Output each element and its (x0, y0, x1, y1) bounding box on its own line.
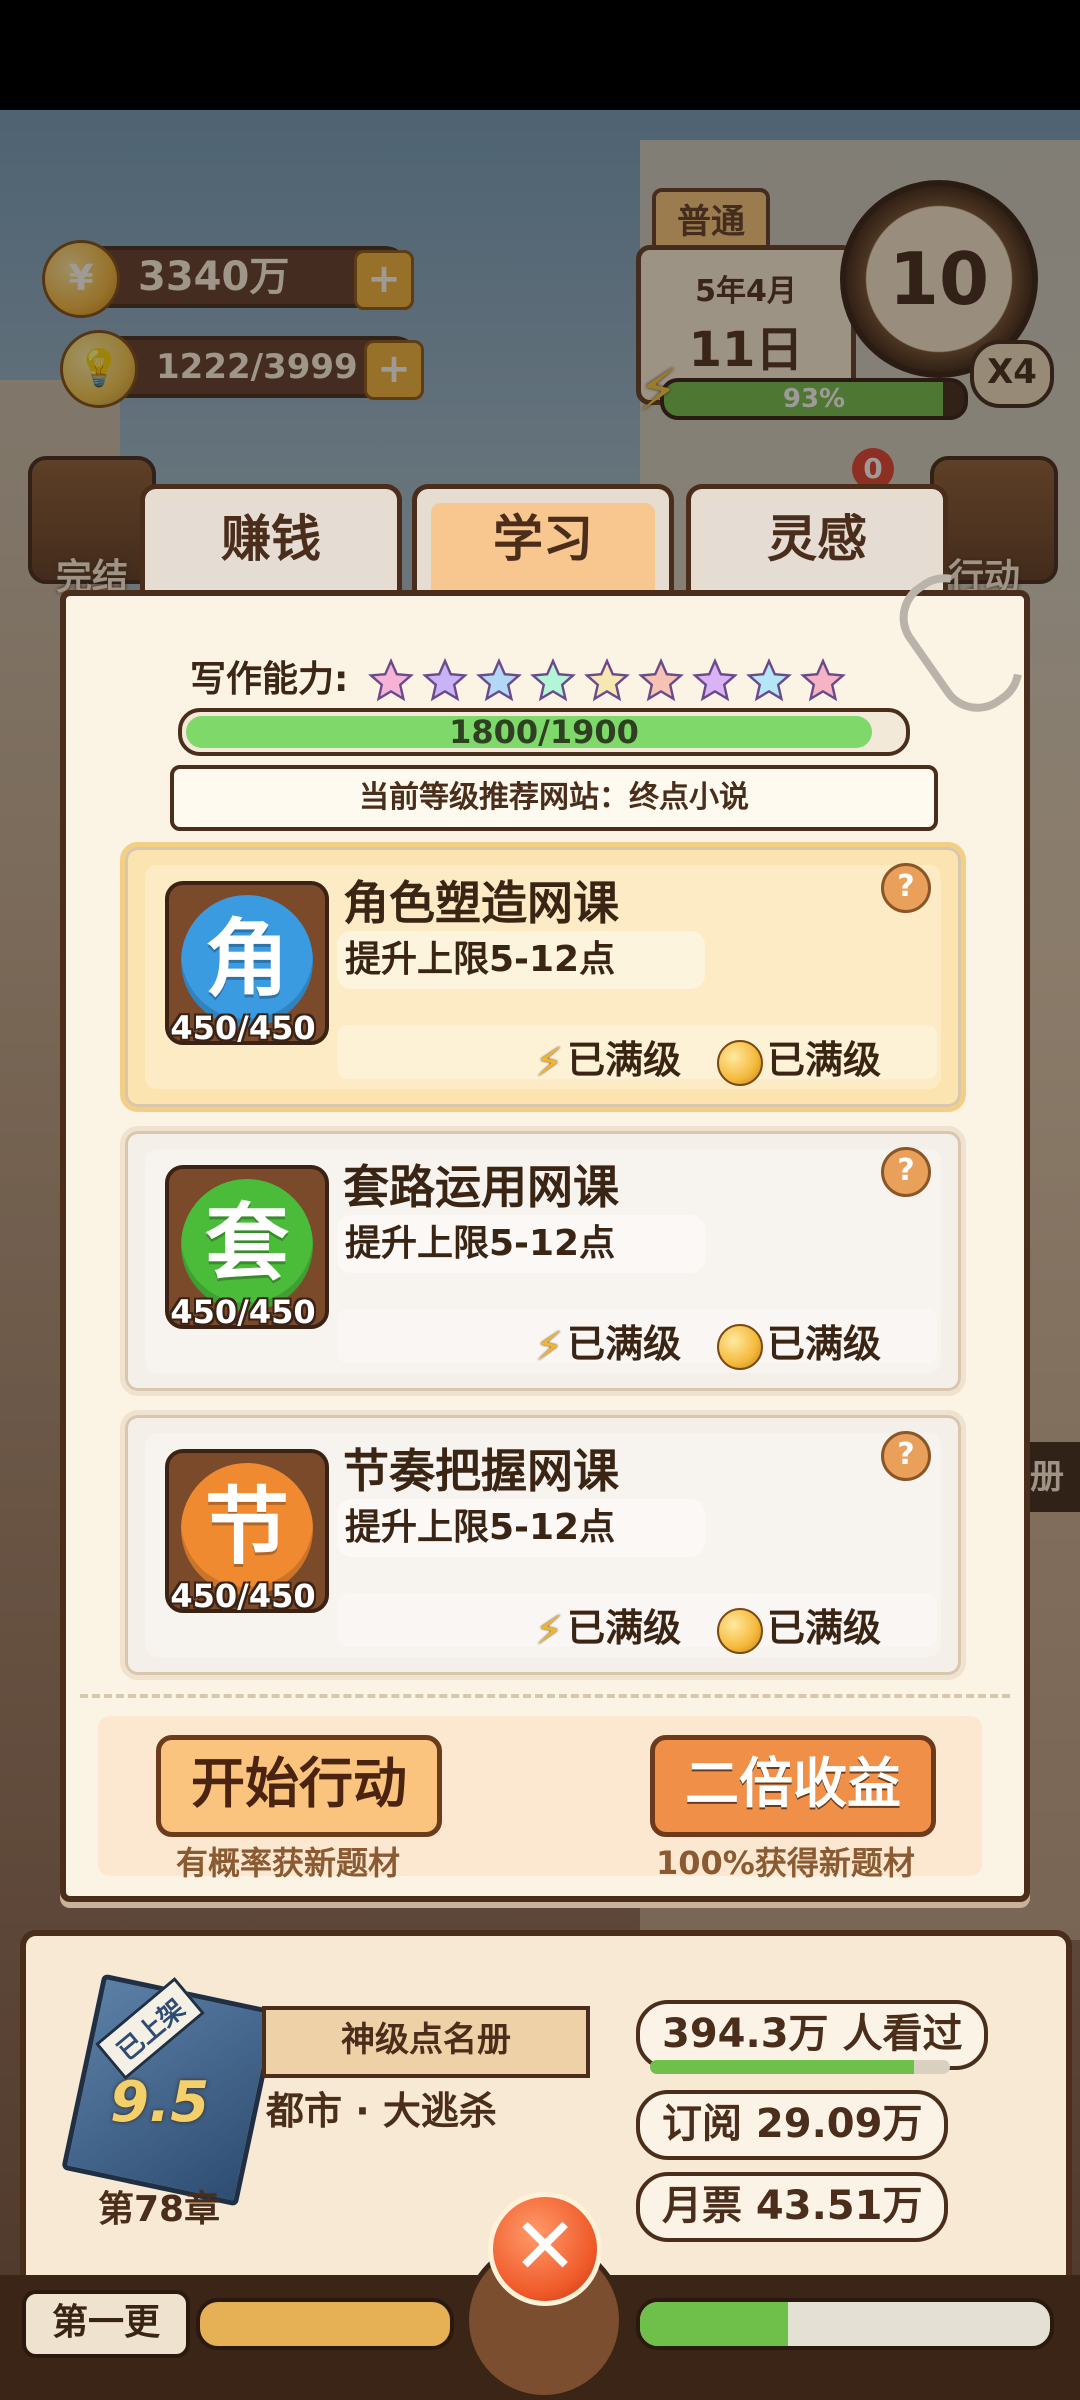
coin-status: 已满级 (717, 1313, 881, 1370)
coin-status: 已满级 (717, 1597, 881, 1654)
double-reward-note: 100%获得新题材 (656, 1844, 915, 1882)
course-card[interactable]: 套 450/450 套路运用网课 提升上限5-12点 ? ⚡ 已满级 已满级 (120, 1126, 966, 1396)
monthly-tickets-stat: 月票 43.51万 (636, 2172, 949, 2242)
course-subtitle: 提升上限5-12点 (337, 1215, 705, 1273)
energy-status-label: 已满级 (567, 1606, 682, 1650)
course-count: 450/450 (170, 1293, 316, 1331)
coin-icon (717, 1323, 763, 1370)
subscriptions-stat: 订阅 29.09万 (636, 2090, 949, 2160)
views-bar (650, 2060, 950, 2074)
writing-progress-bar (636, 2298, 1054, 2350)
energy-status-label: 已满级 (567, 1322, 682, 1366)
lightning-icon: ⚡ (535, 1039, 564, 1086)
course-card[interactable]: 节 450/450 节奏把握网课 提升上限5-12点 ? ⚡ 已满级 已满级 (120, 1410, 966, 1680)
lightning-icon: ⚡ (535, 1323, 564, 1370)
star-icon (422, 658, 468, 702)
start-action-note: 有概率获新题材 (176, 1844, 401, 1882)
writing-progress-fill (640, 2302, 788, 2346)
book-title: 神级点名册 (262, 2006, 590, 2078)
lightning-icon: ⚡ (535, 1607, 564, 1654)
help-icon[interactable]: ? (881, 1147, 931, 1197)
course-title: 节奏把握网课 (343, 1444, 619, 1498)
coin-status-label: 已满级 (767, 1606, 882, 1650)
course-glyph: 节 (181, 1463, 313, 1595)
course-subtitle: 提升上限5-12点 (337, 931, 705, 989)
skill-progress-bar: 1800/1900 (178, 708, 910, 756)
update-progress-bar (196, 2298, 454, 2350)
course-count: 450/450 (170, 1577, 316, 1615)
star-icon (476, 658, 522, 702)
double-reward-button[interactable]: 二倍收益 (650, 1735, 936, 1837)
energy-status-label: 已满级 (567, 1038, 682, 1082)
course-subtitle: 提升上限5-12点 (337, 1499, 705, 1557)
coin-icon (717, 1039, 763, 1086)
skill-stars (361, 658, 847, 702)
energy-status: ⚡ 已满级 (535, 1313, 681, 1370)
tab-inspiration[interactable]: 灵感 (686, 484, 948, 599)
help-icon[interactable]: ? (881, 863, 931, 913)
coin-status-label: 已满级 (767, 1038, 882, 1082)
star-icon (584, 658, 630, 702)
tab-label: 灵感 (767, 510, 867, 568)
course-title: 套路运用网课 (343, 1160, 619, 1214)
energy-status: ⚡ 已满级 (535, 1597, 681, 1654)
coin-icon (717, 1607, 763, 1654)
writing-skill-label: 写作能力: (190, 659, 349, 700)
update-button[interactable]: 第一更 (22, 2290, 190, 2358)
course-glyph: 套 (181, 1179, 313, 1311)
help-icon[interactable]: ? (881, 1431, 931, 1481)
book-chapter: 第78章 (98, 2189, 221, 2230)
recommended-site: 当前等级推荐网站：终点小说 (170, 765, 938, 831)
views-bar-fill (650, 2060, 914, 2074)
coin-status: 已满级 (717, 1029, 881, 1086)
star-icon (530, 658, 576, 702)
course-card[interactable]: 角 450/450 角色塑造网课 提升上限5-12点 ? ⚡ 已满级 已满级 (120, 842, 966, 1112)
book-genre: 都市 · 大逃杀 (266, 2089, 497, 2133)
coin-status-label: 已满级 (767, 1322, 882, 1366)
star-icon (692, 658, 738, 702)
course-title: 角色塑造网课 (343, 876, 619, 930)
tab-label: 学习 (493, 510, 593, 568)
start-action-button[interactable]: 开始行动 (156, 1735, 442, 1837)
writing-skill-row: 写作能力: (190, 650, 847, 702)
course-glyph: 角 (181, 895, 313, 1027)
skill-progress-label: 1800/1900 (449, 713, 639, 751)
divider (80, 1694, 1010, 1698)
tab-label: 赚钱 (221, 510, 321, 568)
star-icon (638, 658, 684, 702)
book-score: 9.5 (110, 2070, 210, 2135)
energy-status: ⚡ 已满级 (535, 1029, 681, 1086)
star-icon (368, 658, 414, 702)
star-icon (746, 658, 792, 702)
tab-earn-money[interactable]: 赚钱 (140, 484, 402, 599)
close-icon[interactable]: ✕ (488, 2192, 602, 2306)
course-count: 450/450 (170, 1009, 316, 1047)
tab-study[interactable]: 学习 (412, 484, 674, 599)
star-icon (800, 658, 846, 702)
